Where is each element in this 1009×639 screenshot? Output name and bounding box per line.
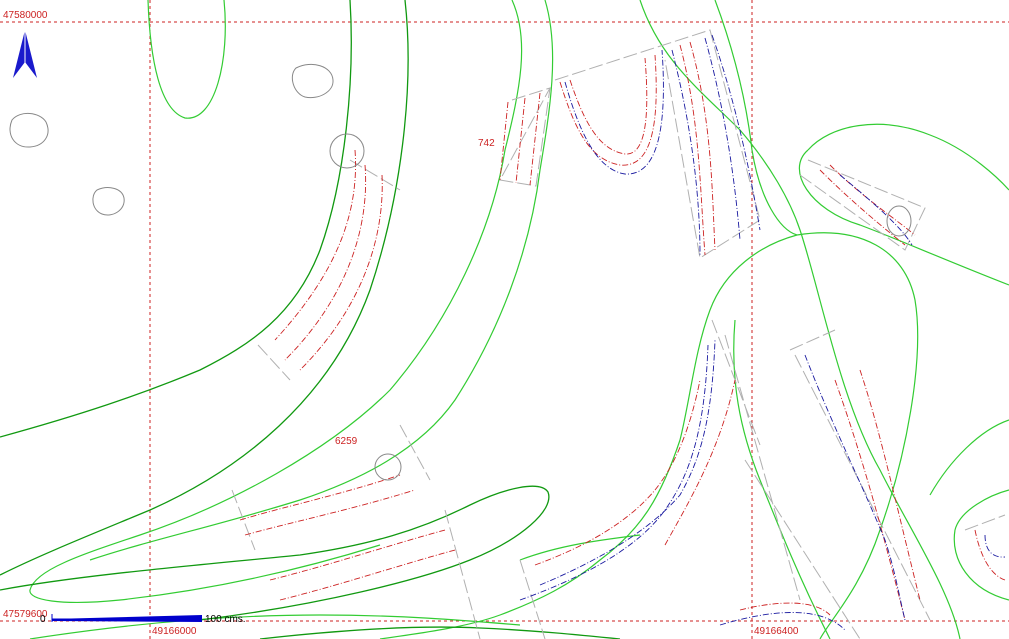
- contours-dark: [0, 0, 621, 639]
- grid-label-right-easting: 49166400: [754, 626, 799, 637]
- contour-rim-right: [798, 149, 1009, 286]
- scale-bar-end-label: 100 cms.: [205, 614, 246, 625]
- contour-dark-lower: [0, 0, 409, 576]
- section-blue-v2: [704, 37, 741, 241]
- section-red-v2: [689, 41, 716, 251]
- section-red-band1: [274, 149, 356, 341]
- scale-bar-start-label: 0: [40, 614, 46, 625]
- contour-top-left-loop: [147, 0, 226, 119]
- stone-1: [9, 113, 49, 148]
- trench-outline-lower-left: [231, 424, 546, 639]
- section-blue-curve1: [539, 339, 716, 586]
- section-red-curve2: [664, 379, 736, 546]
- contour-valley-floor: [733, 319, 831, 639]
- section-red-bottom: [739, 602, 831, 616]
- feature-label-6259: 6259: [335, 436, 358, 447]
- stone-2: [92, 187, 125, 216]
- grid-label-top-northing: 47580000: [3, 10, 48, 21]
- section-red-band3: [299, 174, 383, 371]
- trench-outline-mid: [257, 159, 401, 381]
- scale-bar: [51, 614, 202, 622]
- trench-outline-top: [499, 29, 761, 259]
- stone-3: [291, 64, 334, 99]
- section-red-low1: [239, 474, 401, 521]
- stone-6: [886, 205, 912, 237]
- section-red-u2: [569, 57, 648, 155]
- section-blue-curve2: [519, 344, 709, 601]
- section-blue-u: [564, 49, 664, 175]
- stone-5: [374, 453, 402, 481]
- contour-top-right-bulb: [807, 123, 1009, 191]
- contour-lower-right-a: [929, 419, 1009, 496]
- contour-lower-right-c: [953, 529, 1009, 601]
- section-blue-v1: [671, 49, 701, 256]
- section-red-b: [515, 97, 526, 184]
- contour-mid-left: [519, 534, 641, 561]
- section-red-curve1: [534, 379, 701, 566]
- section-blue-right: [804, 354, 906, 621]
- section-red-corner: [974, 529, 1006, 581]
- contour-dark-ridge: [0, 485, 550, 621]
- section-red-low4: [279, 549, 456, 601]
- contour-lobe-right: [796, 232, 919, 639]
- section-red-trench-r2: [829, 164, 916, 236]
- contour-inner-lobe: [379, 234, 798, 639]
- section-blue-corner: [984, 534, 1006, 558]
- section-red-right2: [834, 379, 906, 621]
- section-red-low2: [244, 489, 416, 536]
- section-lines-blue: [519, 34, 1006, 631]
- map-canvas[interactable]: 47580000 47579600 49166000 49166400 742 …: [0, 0, 1009, 639]
- trench-outlines: [231, 29, 1006, 639]
- section-blue-trench-r: [839, 174, 913, 246]
- contours-light: [29, 0, 1009, 639]
- grid-label-left-easting: 49166000: [152, 626, 197, 637]
- contour-bay-top: [639, 0, 961, 639]
- section-red-c: [529, 92, 541, 186]
- section-lines-red: [239, 41, 1006, 621]
- map-drawing: 47580000 47579600 49166000 49166400 742 …: [0, 0, 1009, 639]
- feature-label-742: 742: [478, 138, 495, 149]
- contour-long-band-right: [29, 0, 523, 603]
- stone-4: [329, 133, 365, 169]
- contour-dark-bottom: [259, 626, 621, 639]
- stones: [9, 64, 912, 481]
- north-arrow-icon: [13, 30, 37, 78]
- section-red-u1: [559, 54, 657, 166]
- contour-dark-upper: [0, 0, 352, 438]
